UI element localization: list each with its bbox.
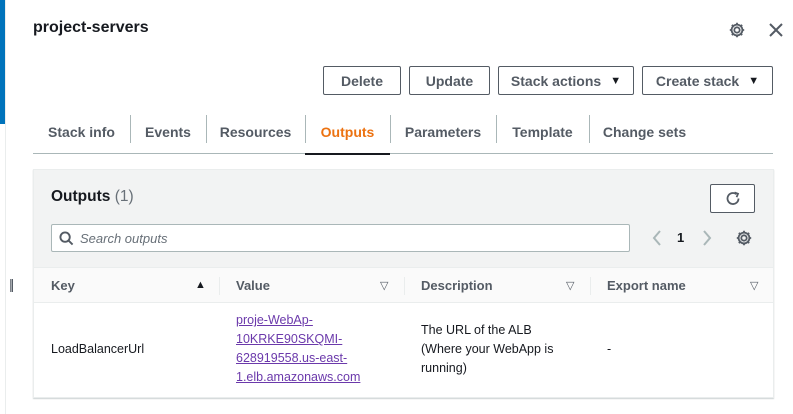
output-value-line: 10KRKE90SKQMI-: [236, 332, 343, 346]
column-header-label: Export name: [607, 277, 686, 293]
table-row: LoadBalancerUrl proje-WebAp- 10KRKE90SKQ…: [34, 303, 773, 398]
gear-icon[interactable]: [727, 20, 747, 40]
tab-label: Parameters: [404, 123, 482, 140]
stack-actions-button[interactable]: Stack actions ▼: [498, 66, 634, 95]
search-input[interactable]: [80, 225, 625, 251]
tab-label: Change sets: [602, 123, 687, 140]
tab-change-sets[interactable]: Change sets: [589, 110, 700, 153]
output-key: LoadBalancerUrl: [51, 342, 145, 356]
refresh-button[interactable]: [710, 184, 755, 213]
output-value-line: 1.elb.amazonaws.com: [236, 370, 361, 384]
tab-resources[interactable]: Resources: [206, 110, 305, 153]
column-header-description[interactable]: Description: [421, 268, 493, 302]
column-header-export-name[interactable]: Export name: [607, 268, 686, 302]
tab-label: Resources: [219, 123, 292, 140]
column-divider: [404, 277, 405, 295]
output-value-line: 628919558.us-east-: [236, 351, 348, 365]
sort-descending-icon[interactable]: ▽: [566, 279, 574, 292]
column-divider: [219, 277, 220, 295]
tab-parameters[interactable]: Parameters: [390, 110, 496, 153]
output-description-line: The URL of the ALB: [421, 323, 532, 337]
resize-handle-icon[interactable]: ||: [9, 276, 14, 292]
output-value-link[interactable]: proje-WebAp- 10KRKE90SKQMI- 628919558.us…: [236, 311, 360, 387]
search-field: [51, 224, 630, 252]
tab-events[interactable]: Events: [130, 110, 206, 153]
close-icon[interactable]: [766, 20, 786, 40]
stack-actions-button-label: Stack actions: [510, 72, 602, 89]
table-header: Key ▲ Value ▽ Description ▽ Export name …: [34, 268, 773, 303]
outputs-header: Outputs (1) 1: [34, 170, 773, 268]
page-number[interactable]: 1: [677, 230, 684, 245]
tab-outputs[interactable]: Outputs: [305, 110, 390, 155]
sort-ascending-icon[interactable]: ▲: [195, 279, 206, 291]
stack-details-panel: || project-servers Delete Update Stack a…: [0, 0, 793, 414]
panel-divider: [5, 0, 6, 414]
update-button-label: Update: [425, 72, 474, 89]
output-description-line: (Where your WebApp is: [421, 342, 554, 356]
column-header-key[interactable]: Key: [51, 268, 75, 302]
caret-down-icon: ▼: [610, 74, 622, 87]
outputs-title: Outputs (1): [51, 188, 134, 206]
outputs-count: (1): [114, 188, 134, 205]
column-header-label: Key: [51, 277, 75, 293]
outputs-title-text: Outputs: [51, 188, 111, 205]
delete-button[interactable]: Delete: [323, 66, 401, 95]
chevron-left-icon[interactable]: [647, 228, 667, 248]
column-divider: [590, 277, 591, 295]
refresh-icon: [726, 191, 739, 205]
output-value-line: proje-WebAp-: [236, 313, 313, 327]
outputs-container: Outputs (1) 1: [33, 169, 774, 398]
create-stack-button[interactable]: Create stack ▼: [642, 66, 773, 95]
tab-stack-info[interactable]: Stack info: [33, 110, 130, 153]
gear-icon[interactable]: [733, 227, 755, 249]
search-icon: [59, 231, 74, 246]
column-header-label: Description: [421, 277, 493, 293]
tab-label: Outputs: [320, 123, 375, 140]
chevron-right-icon[interactable]: [697, 228, 717, 248]
tab-label: Template: [512, 123, 573, 140]
update-button[interactable]: Update: [409, 66, 490, 95]
column-header-value[interactable]: Value: [236, 268, 270, 302]
sort-descending-icon[interactable]: ▽: [380, 279, 388, 292]
tab-label: Events: [145, 123, 191, 140]
tab-label: Stack info: [48, 123, 115, 140]
column-header-label: Value: [236, 277, 270, 293]
caret-down-icon: ▼: [748, 74, 760, 87]
sort-descending-icon[interactable]: ▽: [750, 279, 758, 292]
tab-template[interactable]: Template: [496, 110, 589, 153]
output-description-line: running): [421, 361, 467, 375]
create-stack-button-label: Create stack: [655, 72, 740, 89]
stack-tabs: Stack info Events Resources Outputs Para…: [33, 110, 773, 155]
output-description: The URL of the ALB (Where your WebApp is…: [421, 321, 553, 378]
output-export-name: -: [607, 342, 612, 356]
page-title: project-servers: [33, 19, 149, 36]
delete-button-label: Delete: [340, 72, 384, 89]
